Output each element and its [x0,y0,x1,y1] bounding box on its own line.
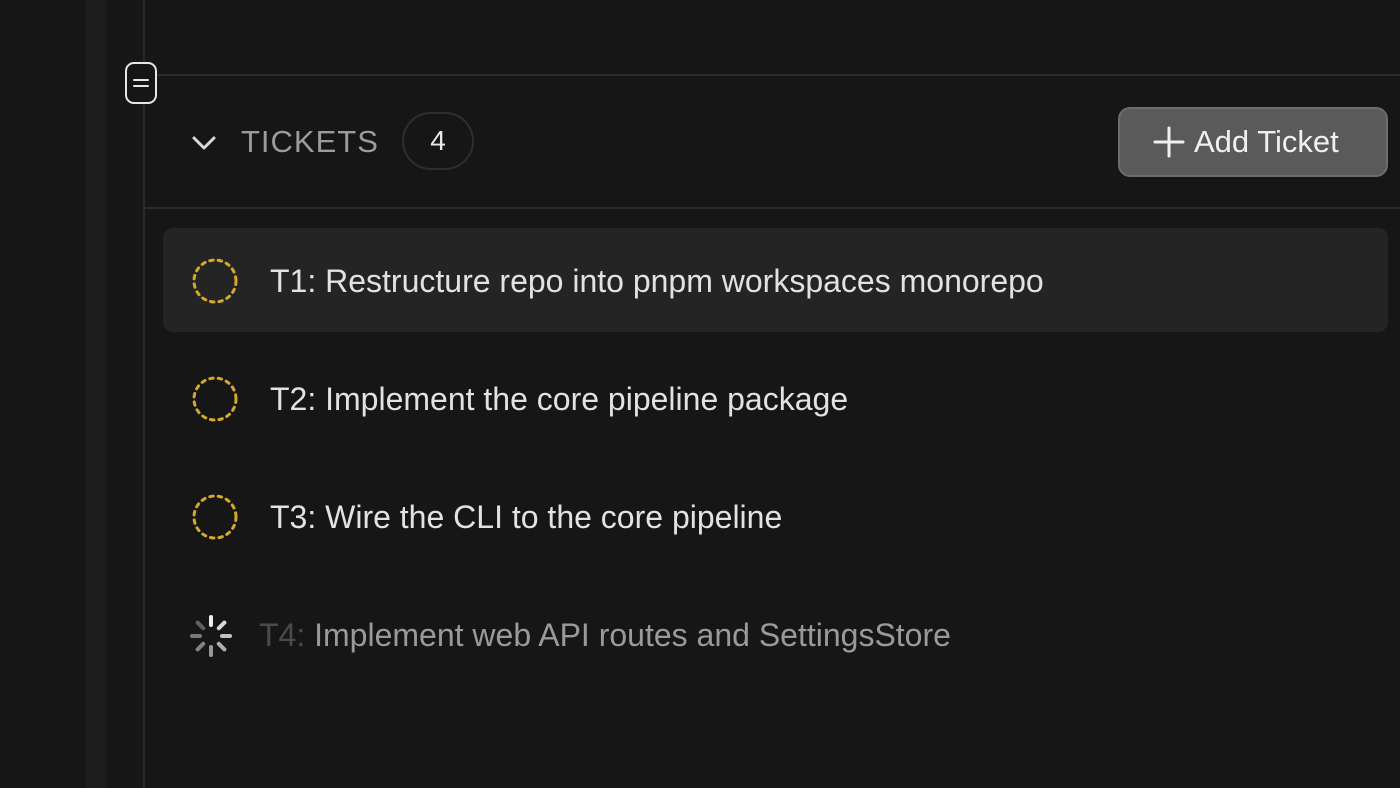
header-divider [145,207,1400,209]
dashed-circle-icon [191,493,239,541]
ticket-label: T2: Implement the core pipeline package [270,378,848,420]
ticket-id: T3: [270,499,317,535]
tickets-panel-screen: TICKETS 4 Add Ticket T1: Restructure rep… [0,0,1400,788]
ticket-label: T4: Implement web API routes and Setting… [259,614,951,656]
tickets-section-header: TICKETS 4 Add Ticket [145,76,1400,207]
rail-strip [86,0,106,788]
ticket-title: Restructure repo into pnpm workspaces mo… [325,263,1044,299]
ticket-title: Implement web API routes and SettingsSto… [314,617,951,653]
ticket-id: T2: [270,381,317,417]
ticket-title: Wire the CLI to the core pipeline [325,499,783,535]
ticket-count-badge: 4 [402,112,474,170]
ticket-label: T1: Restructure repo into pnpm workspace… [270,260,1044,302]
chevron-down-icon[interactable] [189,128,219,158]
rail-gap [106,0,143,788]
dashed-circle-icon [191,375,239,423]
list-item[interactable]: T1: Restructure repo into pnpm workspace… [163,228,1388,332]
list-item[interactable]: T2: Implement the core pipeline package [163,346,1388,450]
ticket-id: T1: [270,263,317,299]
add-ticket-button[interactable]: Add Ticket [1118,107,1388,177]
ticket-title: Implement the core pipeline package [325,381,849,417]
dashed-circle-icon [191,257,239,305]
left-rail [0,0,86,788]
list-item[interactable]: T3: Wire the CLI to the core pipeline [163,464,1388,568]
ticket-label: T3: Wire the CLI to the core pipeline [270,496,782,538]
section-title: TICKETS [241,124,379,159]
list-item[interactable]: T4: Implement web API routes and Setting… [163,582,1388,686]
spinner-icon [187,612,235,660]
add-ticket-label: Add Ticket [1194,124,1339,159]
ticket-list: T1: Restructure repo into pnpm workspace… [163,228,1388,700]
plus-icon [1153,126,1185,158]
ticket-id: T4: [259,617,306,653]
